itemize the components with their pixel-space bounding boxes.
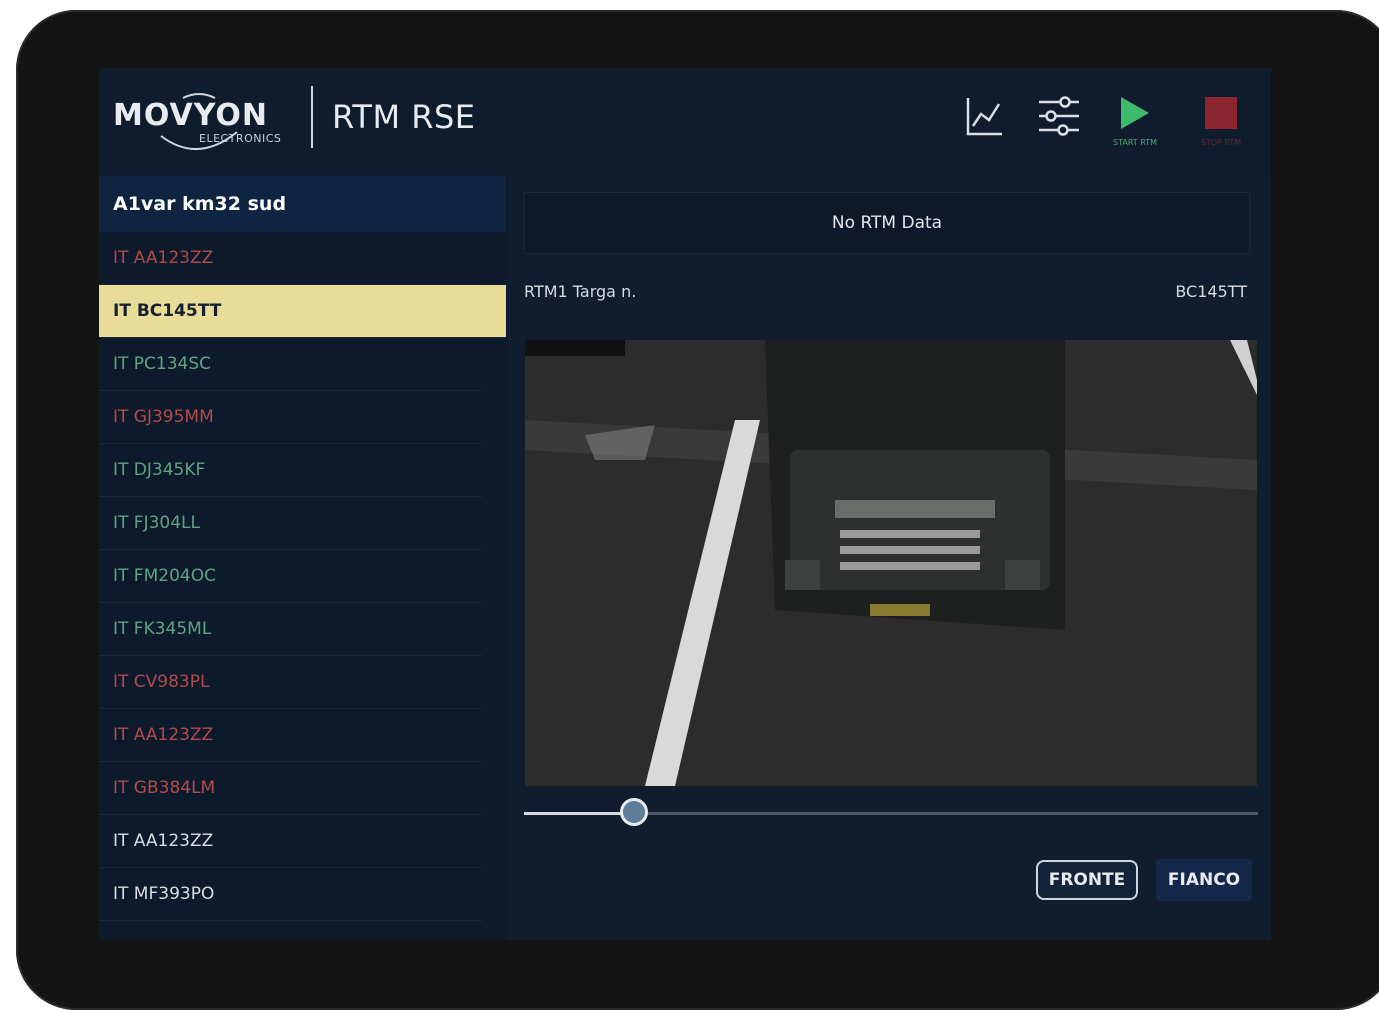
chart-line-icon xyxy=(966,98,1002,136)
plate-list-item[interactable]: IT GJ395MM xyxy=(99,391,482,444)
start-rtm-label: START RTM xyxy=(1113,138,1157,147)
plate-list-item[interactable]: IT CV983PL xyxy=(99,656,482,709)
plate-list-item[interactable]: IT MF393PO xyxy=(99,868,482,921)
plate-list: IT AA123ZZ IT BC145TT IT PC134SC IT GJ395MM… xyxy=(99,232,506,921)
header-divider xyxy=(311,86,313,148)
stop-icon xyxy=(1205,97,1237,129)
site-title: A1var km32 sud xyxy=(99,176,506,232)
slider-thumb[interactable] xyxy=(620,798,649,826)
logo-subtitle: ELECTRONICS xyxy=(199,132,282,145)
fronte-button[interactable]: FRONTE xyxy=(1036,860,1138,900)
plate-list-item[interactable]: IT DJ345KF xyxy=(99,444,482,497)
chart-button[interactable] xyxy=(965,94,1005,142)
slider-fill xyxy=(524,812,635,815)
app-screen: MOVYON ELECTRONICS RTM RSE START RTM STO… xyxy=(99,68,1271,940)
targa-label: RTM1 Targa n. xyxy=(524,282,637,301)
plate-list-item[interactable]: IT PC134SC xyxy=(99,338,482,391)
play-icon xyxy=(1121,97,1149,129)
app-title: RTM RSE xyxy=(332,98,476,136)
stop-rtm-label: STOP RTM xyxy=(1200,138,1242,147)
plate-list-item[interactable]: IT FK345ML xyxy=(99,603,482,656)
app-header: MOVYON ELECTRONICS RTM RSE START RTM STO… xyxy=(99,68,1271,177)
plate-list-sidebar: A1var km32 sud IT AA123ZZ IT BC145TT IT PC… xyxy=(99,176,506,940)
plate-list-item[interactable]: IT BC145TT xyxy=(99,285,506,338)
movyon-logo: MOVYON ELECTRONICS xyxy=(113,93,298,150)
no-rtm-data-banner: No RTM Data xyxy=(524,192,1250,254)
sliders-icon xyxy=(1039,96,1079,136)
frame-slider[interactable] xyxy=(524,798,1258,826)
logo-wordmark: MOVYON xyxy=(113,98,269,133)
plate-list-item[interactable]: IT AA123ZZ xyxy=(99,815,482,868)
plate-list-item[interactable]: IT AA123ZZ xyxy=(99,709,482,762)
fianco-button[interactable]: FIANCO xyxy=(1156,859,1252,901)
plate-list-item[interactable]: IT AA123ZZ xyxy=(99,232,482,285)
plate-list-item[interactable]: IT GB384LM xyxy=(99,762,482,815)
detail-panel: No RTM Data RTM1 Targa n. BC145TT FRONTE… xyxy=(508,176,1271,940)
camera-image xyxy=(525,340,1257,786)
settings-button[interactable] xyxy=(1037,94,1081,142)
plate-list-item[interactable]: IT FM204OC xyxy=(99,550,482,603)
targa-value: BC145TT xyxy=(1175,282,1247,301)
plate-list-item[interactable]: IT FJ304LL xyxy=(99,497,482,550)
